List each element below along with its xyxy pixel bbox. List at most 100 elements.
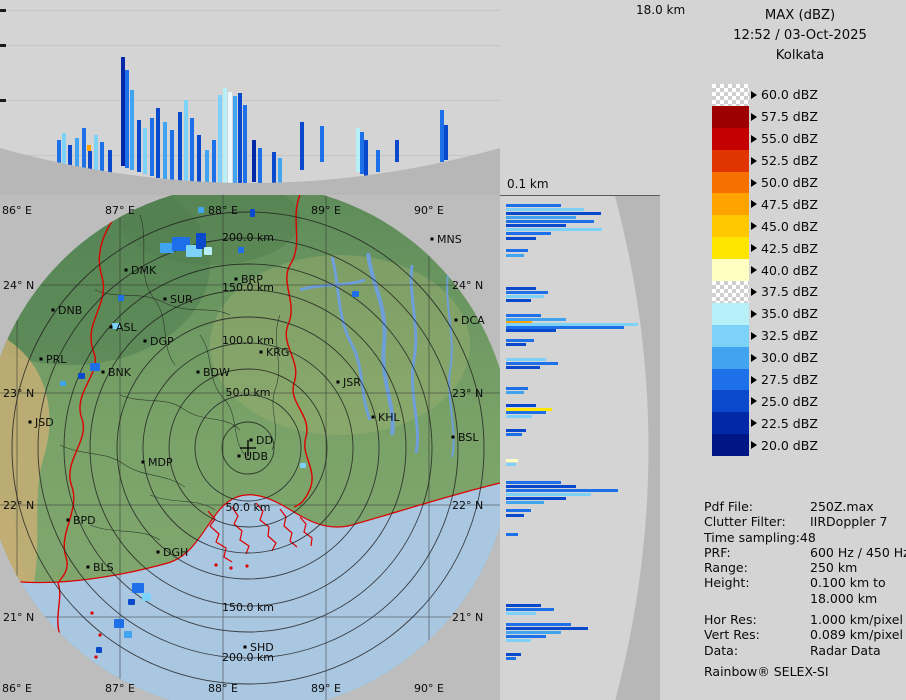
legend-entry-label: 27.5 dBZ: [761, 372, 818, 388]
radar-display-window: 18.0 km 0.1 km 86° E 87° E 88° E 89° E 9…: [0, 0, 906, 700]
radar-echo: [78, 373, 85, 379]
radar-map: 86° E 87° E 88° E 89° E 90° E 86° E 87° E 88° E…: [0, 184, 501, 700]
range-ring-label: 150.0 km: [222, 601, 274, 614]
legend-entry-label: 22.5 dBZ: [761, 415, 818, 431]
legend-entry: 27.5 dBZ: [712, 368, 818, 391]
station-dot: [336, 380, 340, 384]
latitude-label: 21° N: [452, 611, 483, 624]
station-dot: [51, 308, 55, 312]
station-dot: [451, 435, 455, 439]
longitude-label: 87° E: [105, 682, 135, 695]
latitude-label: 23° N: [452, 387, 483, 400]
legend-tick-arrow-icon: [751, 156, 757, 165]
longitude-label: 88° E: [208, 204, 238, 217]
radar-echo: [198, 207, 204, 213]
height-scale-min-label: 0.1 km: [507, 177, 549, 191]
radar-echo: [238, 247, 244, 253]
metadata-row: Vert Res: 0.089 km/pixel: [704, 627, 906, 642]
legend-entry: 40.0 dBZ: [712, 259, 818, 282]
station-dot: [101, 370, 105, 374]
radar-echo: [118, 295, 124, 301]
longitude-label: 89° E: [311, 682, 341, 695]
legend-swatch: [712, 105, 749, 128]
radar-echo: [114, 619, 124, 628]
legend-entry-label: 32.5 dBZ: [761, 328, 818, 344]
legend-swatch: [712, 412, 749, 435]
station-label: ASL: [116, 321, 138, 334]
scan-area: [0, 184, 501, 700]
legend-swatch: [712, 390, 749, 413]
legend-swatch: [712, 127, 749, 150]
station-dot: [66, 518, 70, 522]
legend-tick-arrow-icon: [751, 90, 757, 99]
station-label: DMK: [131, 264, 157, 277]
legend-title-block: MAX (dBZ) 12:52 / 03-Oct-2025 Kolkata: [694, 6, 906, 65]
legend-entry-label: 45.0 dBZ: [761, 218, 818, 234]
radar-echo: [60, 381, 66, 386]
legend-swatch: [712, 434, 749, 457]
metadata-label: Height:: [704, 575, 750, 591]
legend-entry-label: 47.5 dBZ: [761, 196, 818, 212]
station-dot: [28, 420, 32, 424]
legend-tick-arrow-icon: [751, 397, 757, 406]
radar-station-name: Kolkata: [775, 47, 825, 63]
legend-entry-label: 60.0 dBZ: [761, 87, 818, 103]
legend-entry-label: 52.5 dBZ: [761, 153, 818, 169]
metadata-label: [704, 591, 810, 606]
station-dot: [196, 370, 200, 374]
legend-entry-label: 40.0 dBZ: [761, 262, 818, 278]
longitude-label: 89° E: [311, 204, 341, 217]
station-dot: [243, 645, 247, 649]
legend-tick-arrow-icon: [751, 244, 757, 253]
beam-blind-arc-top: [0, 148, 500, 195]
latitude-label: 24° N: [452, 279, 483, 292]
legend-entry: 47.5 dBZ: [712, 193, 818, 216]
station-dot: [39, 357, 43, 361]
latitude-label: 24° N: [3, 279, 34, 292]
legend-tick-arrow-icon: [751, 222, 757, 231]
legend-entry: 57.5 dBZ: [712, 105, 818, 128]
legend-entry: 42.5 dBZ: [712, 237, 818, 260]
legend-tick-arrow-icon: [751, 309, 757, 318]
legend-entry: 20.0 dBZ: [712, 434, 818, 457]
legend-panel: MAX (dBZ) 12:52 / 03-Oct-2025 Kolkata 60…: [660, 0, 906, 700]
longitude-label: 88° E: [208, 682, 238, 695]
metadata-value: 250Z.max: [810, 499, 874, 514]
legend-entry: 50.0 dBZ: [712, 171, 818, 194]
legend-swatch: [712, 171, 749, 194]
radar-echo: [204, 247, 212, 255]
station-label: JSD: [34, 416, 54, 429]
legend-entry-label: 30.0 dBZ: [761, 350, 818, 366]
color-scale: 60.0 dBZ 57.5 dBZ 55.0 dBZ 52.5 dBZ 50.0 dBZ…: [712, 84, 818, 457]
legend-swatch: [712, 215, 749, 238]
station-dot: [124, 268, 128, 272]
legend-tick-arrow-icon: [751, 419, 757, 428]
latitude-label: 21° N: [3, 611, 34, 624]
legend-tick-arrow-icon: [751, 331, 757, 340]
station-dot: [86, 565, 90, 569]
station-label: UDB: [244, 450, 268, 463]
legend-swatch: [712, 368, 749, 391]
station-dot: [237, 454, 241, 458]
station-dot: [234, 277, 238, 281]
radar-echo: [250, 209, 255, 217]
legend-entry: 52.5 dBZ: [712, 149, 818, 172]
metadata-row: PRF: 600 Hz / 450 Hz: [704, 545, 906, 560]
legend-tick-arrow-icon: [751, 287, 757, 296]
metadata-row: Rainbow® SELEX-SI: [704, 664, 906, 679]
longitude-label: 86° E: [2, 682, 32, 695]
longitude-label: 90° E: [414, 204, 444, 217]
legend-swatch: [712, 281, 749, 303]
station-label: SHD: [250, 641, 274, 654]
legend-tick-arrow-icon: [751, 178, 757, 187]
metadata-value: 0.089 km/pixel: [810, 627, 903, 643]
metadata-value: 250 km: [810, 560, 858, 576]
range-ring-label: 50.0 km: [225, 501, 270, 514]
legend-tick-arrow-icon: [751, 375, 757, 384]
metadata-row: Height: 0.100 km to: [704, 575, 906, 590]
metadata-row: Clutter Filter: IIRDoppler 7: [704, 514, 906, 529]
legend-entry: 55.0 dBZ: [712, 127, 818, 150]
metadata-value: 600 Hz / 450 Hz: [810, 544, 906, 560]
metadata-label: Rainbow® SELEX-SI: [704, 663, 829, 679]
latitude-label: 22° N: [3, 499, 34, 512]
